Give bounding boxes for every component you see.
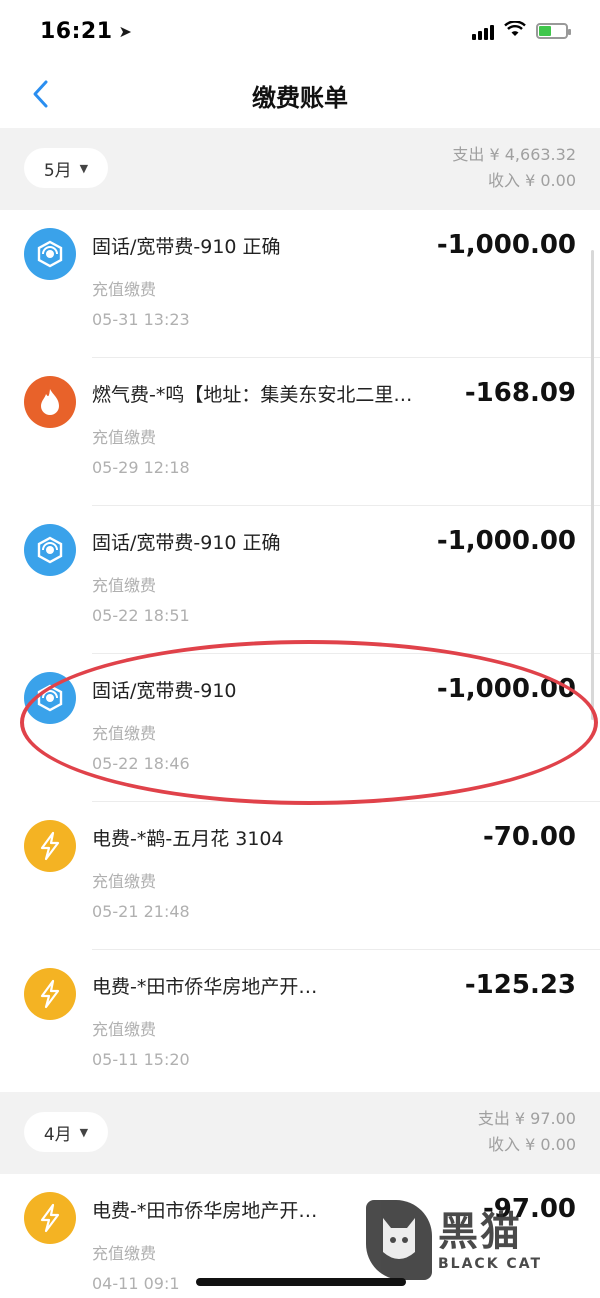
item-time: 05-22 18:46 (92, 754, 190, 773)
month-selector[interactable]: 5月 ▼ (24, 148, 108, 188)
landline-icon (24, 524, 76, 576)
cat-logo-icon (366, 1200, 432, 1280)
item-title: 固话/宽带费-910 正确 (92, 532, 281, 554)
nav-bar: 缴费账单 (0, 62, 600, 128)
item-time: 05-29 12:18 (92, 458, 190, 477)
item-time: 05-21 21:48 (92, 902, 190, 921)
chevron-left-icon (33, 80, 48, 108)
item-time: 04-11 09:1 (92, 1274, 180, 1293)
item-subtitle: 充值缴费 (92, 872, 157, 891)
month-label: 4月 (43, 1124, 72, 1145)
list-item[interactable]: 固话/宽带费-910 正确 充值缴费 05-22 18:51 -1,000.00 (0, 506, 600, 654)
item-subtitle: 充值缴费 (92, 1244, 157, 1263)
status-time: 16:21 (40, 18, 113, 44)
status-bar: 16:21 ➤ (0, 0, 600, 62)
month-selector[interactable]: 4月 ▼ (24, 1112, 108, 1152)
item-amount: -168.09 (464, 378, 576, 408)
month-expense: 支出 ¥ 97.00 (477, 1109, 576, 1128)
item-subtitle: 充值缴费 (92, 1020, 157, 1039)
location-arrow-icon: ➤ (118, 21, 132, 41)
item-amount: -1,000.00 (436, 230, 576, 260)
month-header-may: 5月 ▼ 支出 ¥ 4,663.32 收入 ¥ 0.00 (0, 128, 600, 210)
item-title: 电费-*田市侨华房地产开… (92, 976, 318, 998)
item-time: 05-11 15:20 (92, 1050, 190, 1069)
month-income: 收入 ¥ 0.00 (488, 171, 576, 190)
lightning-icon (24, 1192, 76, 1244)
item-amount: -70.00 (482, 822, 576, 852)
scrollbar[interactable] (591, 250, 594, 720)
item-time: 05-31 13:23 (92, 310, 190, 329)
wifi-icon (504, 19, 526, 42)
item-subtitle: 充值缴费 (92, 428, 157, 447)
lightning-icon (24, 968, 76, 1020)
page-title: 缴费账单 (252, 83, 348, 112)
item-time: 05-22 18:51 (92, 606, 190, 625)
list-item[interactable]: 燃气费-*鸣【地址：集美东安北二里… 充值缴费 05-29 12:18 -168… (0, 358, 600, 506)
flame-icon (24, 376, 76, 428)
cellular-signal-icon (472, 22, 494, 40)
lightning-icon (24, 820, 76, 872)
caret-down-icon: ▼ (79, 161, 89, 175)
item-subtitle: 充值缴费 (92, 724, 157, 743)
battery-icon (536, 23, 571, 39)
list-item[interactable]: 固话/宽带费-910 充值缴费 05-22 18:46 -1,000.00 (0, 654, 600, 802)
month-label: 5月 (43, 160, 72, 181)
month-header-april: 4月 ▼ 支出 ¥ 97.00 收入 ¥ 0.00 (0, 1092, 600, 1174)
item-title: 固话/宽带费-910 (92, 680, 237, 702)
item-amount: -125.23 (464, 970, 576, 1000)
item-title: 燃气费-*鸣【地址：集美东安北二里… (92, 384, 413, 406)
watermark-en: BLACK CAT (438, 1256, 542, 1272)
watermark-cn: 黑猫 (438, 1209, 522, 1255)
watermark: 黑猫 BLACK CAT (366, 1194, 586, 1286)
item-amount: -1,000.00 (436, 526, 576, 556)
landline-icon (24, 672, 76, 724)
item-title: 固话/宽带费-910 正确 (92, 236, 281, 258)
list-item[interactable]: 电费-*鹋-五月花 3104 充值缴费 05-21 21:48 -70.00 (0, 802, 600, 950)
month-income: 收入 ¥ 0.00 (488, 1135, 576, 1154)
item-amount: -1,000.00 (436, 674, 576, 704)
landline-icon (24, 228, 76, 280)
month-expense: 支出 ¥ 4,663.32 (452, 145, 576, 164)
back-button[interactable] (22, 76, 58, 112)
home-indicator[interactable] (196, 1278, 406, 1286)
item-title: 电费-*鹋-五月花 3104 (92, 828, 284, 850)
item-subtitle: 充值缴费 (92, 280, 157, 299)
item-subtitle: 充值缴费 (92, 576, 157, 595)
list-item[interactable]: 电费-*田市侨华房地产开… 充值缴费 05-11 15:20 -125.23 (0, 950, 600, 1098)
caret-down-icon: ▼ (79, 1125, 89, 1139)
list-item[interactable]: 固话/宽带费-910 正确 充值缴费 05-31 13:23 -1,000.00 (0, 210, 600, 358)
